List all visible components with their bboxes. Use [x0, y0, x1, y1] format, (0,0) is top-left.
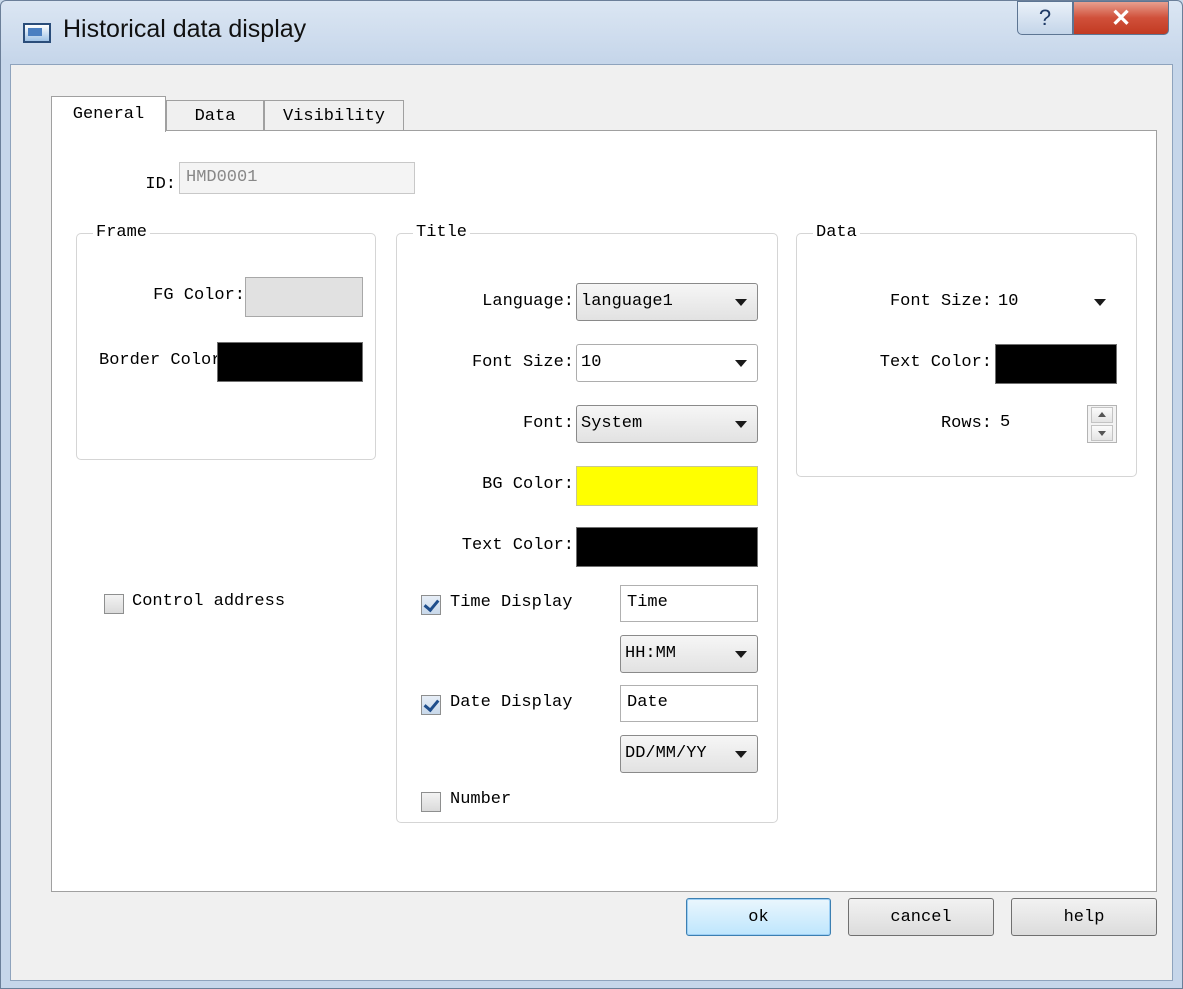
- help-button[interactable]: help: [1011, 898, 1157, 936]
- title-group: Title Language: language1 Font Size: 10 …: [396, 222, 778, 823]
- title-text-color-button[interactable]: [576, 527, 758, 567]
- dialog-window: Historical data display ? ✕ General Data…: [0, 0, 1183, 989]
- title-font-size-label: Font Size:: [471, 353, 574, 372]
- tab-visibility[interactable]: Visibility: [264, 100, 404, 132]
- data-font-size-value: 10: [998, 292, 1019, 311]
- font-select-value: System: [581, 414, 643, 433]
- rows-label: Rows:: [940, 414, 992, 433]
- time-format-select[interactable]: HH:MM: [620, 635, 758, 673]
- bg-color-button[interactable]: [576, 466, 758, 506]
- data-group-title: Data: [813, 222, 860, 244]
- language-select[interactable]: language1: [576, 283, 758, 321]
- chevron-down-icon: [735, 651, 747, 658]
- question-icon: ?: [1038, 5, 1052, 30]
- chevron-down-icon: [735, 360, 747, 367]
- title-group-title: Title: [413, 222, 471, 244]
- id-field[interactable]: HMD0001: [179, 162, 415, 194]
- spin-down-icon[interactable]: [1091, 425, 1113, 441]
- border-color-button[interactable]: [217, 342, 363, 382]
- frame-group-title: Frame: [93, 222, 151, 244]
- rows-field[interactable]: 5: [993, 405, 1087, 443]
- date-display-label: Date Display: [450, 693, 573, 712]
- bg-color-label: BG Color:: [482, 475, 574, 494]
- spin-up-icon[interactable]: [1091, 407, 1113, 423]
- border-color-label: Border Color: [99, 351, 222, 370]
- data-font-size-label: Font Size:: [889, 292, 992, 311]
- tab-data[interactable]: Data: [166, 100, 264, 132]
- date-text-field[interactable]: Date: [620, 685, 758, 722]
- title-font-size-value: 10: [581, 353, 602, 372]
- date-format-select[interactable]: DD/MM/YY: [620, 735, 758, 773]
- time-text-field[interactable]: Time: [620, 585, 758, 622]
- chevron-down-icon: [735, 421, 747, 428]
- close-button[interactable]: ✕: [1073, 1, 1169, 35]
- time-format-value: HH:MM: [625, 644, 677, 663]
- control-address-checkbox[interactable]: [104, 594, 124, 614]
- time-display-checkbox[interactable]: [421, 595, 441, 615]
- data-text-color-label: Text Color:: [879, 353, 992, 372]
- cancel-button[interactable]: cancel: [848, 898, 994, 936]
- data-group: Data Font Size: 10 Text Color: Rows: 5: [796, 222, 1137, 477]
- title-font-size-select[interactable]: 10: [576, 344, 758, 382]
- chevron-down-icon: [1094, 299, 1106, 306]
- checkmark-icon: [423, 595, 440, 613]
- font-select[interactable]: System: [576, 405, 758, 443]
- control-address-label: Control address: [132, 592, 286, 611]
- window-title: Historical data display: [63, 15, 307, 43]
- number-label: Number: [450, 790, 512, 809]
- tab-general[interactable]: General: [51, 96, 166, 132]
- chevron-down-icon: [735, 751, 747, 758]
- fg-color-label: FG Color:: [153, 286, 245, 305]
- language-select-value: language1: [581, 292, 673, 311]
- general-tab-panel: ID: HMD0001 Frame FG Color: Border Color…: [51, 130, 1157, 892]
- id-label: ID:: [145, 175, 176, 194]
- window-icon: [23, 23, 51, 43]
- ok-button[interactable]: ok: [686, 898, 831, 936]
- checkmark-icon: [423, 695, 440, 713]
- close-icon: ✕: [1110, 4, 1132, 32]
- fg-color-button[interactable]: [245, 277, 363, 317]
- help-title-button[interactable]: ?: [1017, 1, 1073, 35]
- date-format-value: DD/MM/YY: [625, 744, 707, 763]
- data-font-size-select[interactable]: 10: [993, 283, 1117, 321]
- language-label: Language:: [482, 292, 574, 311]
- rows-spinner[interactable]: [1087, 405, 1117, 443]
- font-label: Font:: [522, 414, 574, 433]
- title-bar[interactable]: Historical data display ? ✕: [1, 1, 1182, 63]
- title-text-color-label: Text Color:: [461, 536, 574, 555]
- frame-group: Frame FG Color: Border Color: [76, 222, 376, 460]
- data-text-color-button[interactable]: [995, 344, 1117, 384]
- dialog-body: General Data Visibility ID: HMD0001 Fram…: [10, 64, 1173, 981]
- time-display-label: Time Display: [450, 593, 573, 612]
- date-display-checkbox[interactable]: [421, 695, 441, 715]
- chevron-down-icon: [735, 299, 747, 306]
- number-checkbox[interactable]: [421, 792, 441, 812]
